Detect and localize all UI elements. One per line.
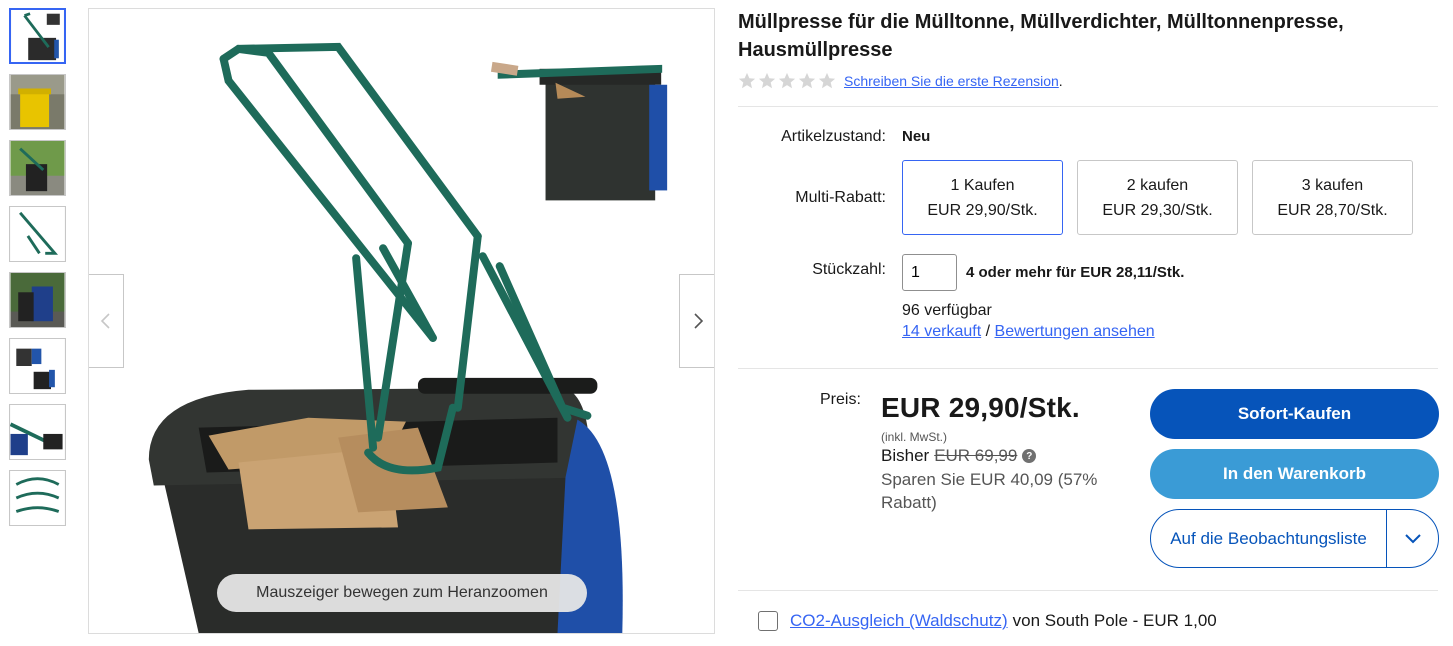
divider <box>738 590 1438 591</box>
divider <box>738 368 1438 369</box>
condition-label: Artikelzustand: <box>781 128 886 145</box>
multi-option-qty: 3 kaufen <box>1301 177 1364 194</box>
co2-offset-text: von South Pole - EUR 1,00 <box>1012 611 1217 630</box>
multi-option-price: EUR 28,70/Stk. <box>1277 202 1388 219</box>
thumbnail-8[interactable] <box>9 470 66 526</box>
co2-offset-link[interactable]: CO2-Ausgleich (Waldschutz) <box>790 611 1008 631</box>
product-photo <box>89 9 714 633</box>
co2-offset-row: CO2-Ausgleich (Waldschutz) von South Pol… <box>758 611 1217 631</box>
thumbnail-3[interactable] <box>9 140 66 196</box>
star-icon <box>738 72 756 89</box>
savings-text: Sparen Sie EUR 40,09 (57% Rabatt) <box>881 470 1098 512</box>
divider <box>738 106 1438 107</box>
chevron-left-icon <box>100 313 110 329</box>
thumbnail-strip <box>9 8 67 536</box>
price-value: EUR 29,90/Stk. <box>881 392 1080 423</box>
price-label: Preis: <box>820 391 861 408</box>
rating-row: Schreiben Sie die erste Rezension. <box>738 72 1063 90</box>
star-rating <box>738 72 836 90</box>
multi-option-price: EUR 29,30/Stk. <box>1102 202 1213 219</box>
ratings-link[interactable]: Bewertungen ansehen <box>995 323 1155 340</box>
add-to-cart-button[interactable]: In den Warenkorb <box>1150 449 1439 499</box>
chevron-right-icon <box>693 313 703 329</box>
multi-discount-label: Multi-Rabatt: <box>795 189 886 206</box>
condition-value: Neu <box>902 128 931 145</box>
sold-row: 14 verkauft / Bewertungen ansehen <box>902 323 1155 341</box>
thumbnail-6[interactable] <box>9 338 66 394</box>
chevron-down-icon <box>1404 533 1421 543</box>
next-image-button[interactable] <box>679 274 714 368</box>
zoom-hint: Mauszeiger bewegen zum Heranzoomen <box>217 574 587 612</box>
thumbnail-2[interactable] <box>9 74 66 130</box>
thumbnail-1[interactable] <box>9 8 66 64</box>
write-review-link[interactable]: Schreiben Sie die erste Rezension <box>844 73 1059 89</box>
prev-image-button[interactable] <box>89 274 124 368</box>
star-icon <box>758 72 776 89</box>
product-title: Müllpresse für die Mülltonne, Müllverdic… <box>738 11 1344 61</box>
previous-price: Bisher EUR 69,99 ? <box>881 446 1037 466</box>
quantity-label: Stückzahl: <box>812 261 886 278</box>
star-icon <box>818 72 836 89</box>
watchlist-control: Auf die Beobachtungsliste <box>1150 509 1439 568</box>
bulk-price-note: 4 oder mehr für EUR 28,11/Stk. <box>966 264 1185 281</box>
multi-option-2[interactable]: 2 kaufen EUR 29,30/Stk. <box>1077 160 1238 235</box>
review-suffix: . <box>1058 73 1063 89</box>
star-icon <box>778 72 796 89</box>
separator: / <box>985 323 991 340</box>
multi-option-1[interactable]: 1 Kaufen EUR 29,90/Stk. <box>902 160 1063 235</box>
previous-price-label: Bisher <box>881 446 930 465</box>
multi-option-price: EUR 29,90/Stk. <box>927 202 1038 219</box>
multi-option-qty: 1 Kaufen <box>950 177 1015 194</box>
thumbnail-4[interactable] <box>9 206 66 262</box>
thumbnail-5[interactable] <box>9 272 66 328</box>
help-icon[interactable]: ? <box>1022 449 1037 463</box>
watchlist-dropdown-button[interactable] <box>1386 510 1438 567</box>
sold-count-link[interactable]: 14 verkauft <box>902 323 981 340</box>
thumbnail-7[interactable] <box>9 404 66 460</box>
multi-option-qty: 2 kaufen <box>1126 177 1189 194</box>
multi-option-3[interactable]: 3 kaufen EUR 28,70/Stk. <box>1252 160 1413 235</box>
main-product-image[interactable]: Mauszeiger bewegen zum Heranzoomen <box>88 8 715 634</box>
add-to-watchlist-button[interactable]: Auf die Beobachtungsliste <box>1151 510 1386 567</box>
available-count: 96 verfügbar <box>902 302 992 319</box>
vat-note: (inkl. MwSt.) <box>881 430 947 444</box>
star-icon <box>798 72 816 89</box>
quantity-input[interactable] <box>902 254 957 291</box>
co2-checkbox[interactable] <box>758 611 778 631</box>
previous-price-value: EUR 69,99 <box>934 446 1018 465</box>
buy-now-button[interactable]: Sofort-Kaufen <box>1150 389 1439 439</box>
